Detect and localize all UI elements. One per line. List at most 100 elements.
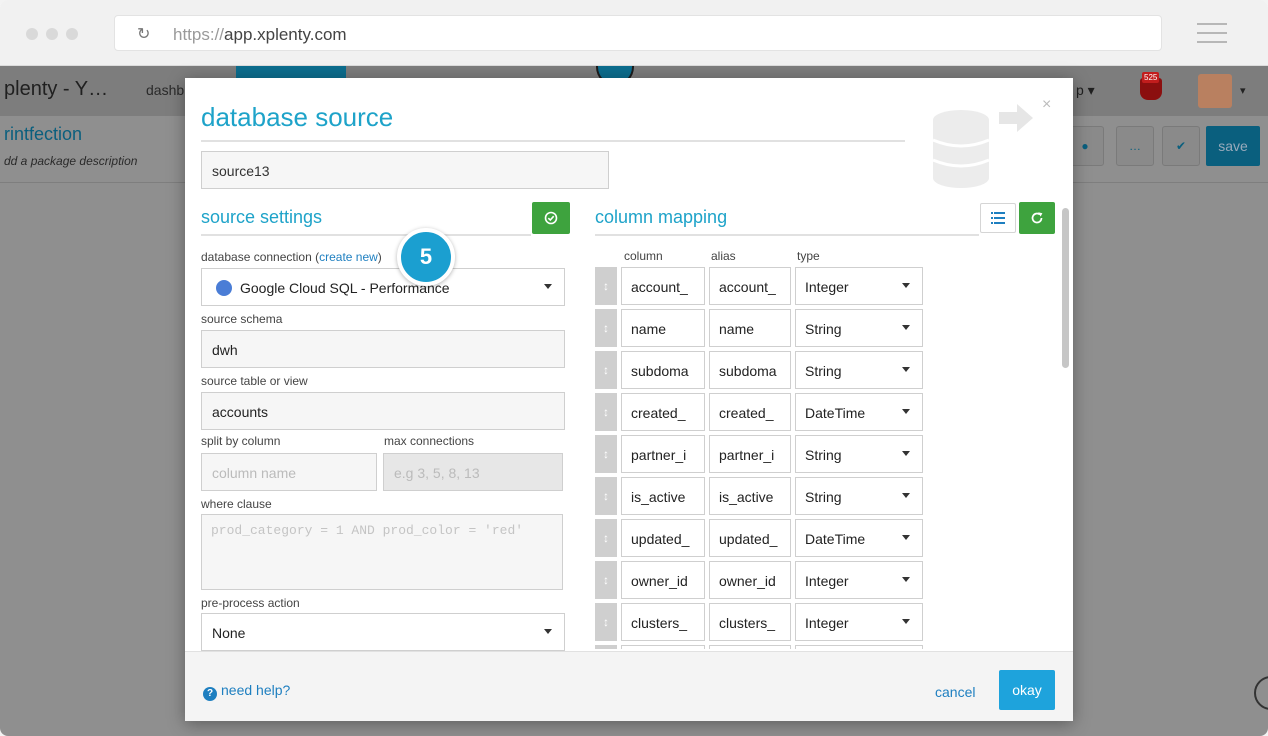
- table-row: [595, 645, 925, 649]
- type-header: type: [797, 249, 820, 263]
- column-name-field[interactable]: clusters_: [621, 603, 705, 641]
- column-mapping-title: column mapping: [595, 207, 728, 227]
- max-connections-label: max connections: [384, 434, 475, 448]
- alias-field[interactable]: subdoma: [709, 351, 791, 389]
- type-select[interactable]: Integer: [795, 267, 923, 305]
- list-view-button[interactable]: [980, 203, 1016, 233]
- chevron-down-icon: [902, 535, 910, 540]
- table-row: ↕ owner_id owner_id Integer: [595, 561, 925, 599]
- browser-toolbar: ↻ https://app.xplenty.com: [0, 0, 1268, 66]
- source-settings-title: source settings: [201, 207, 323, 227]
- column-name-field[interactable]: is_active: [621, 477, 705, 515]
- type-select[interactable]: String: [795, 477, 923, 515]
- drag-handle-icon[interactable]: ↕: [595, 393, 617, 431]
- component-name-input[interactable]: source13: [201, 151, 609, 189]
- table-label: source table or view: [201, 374, 308, 388]
- dialog-footer: ? need help? cancel okay: [185, 651, 1073, 721]
- type-select[interactable]: String: [795, 351, 923, 389]
- type-select[interactable]: Integer: [795, 561, 923, 599]
- drag-handle-icon[interactable]: ↕: [595, 435, 617, 473]
- help-icon: ?: [203, 687, 217, 701]
- alias-field[interactable]: partner_i: [709, 435, 791, 473]
- help-menu[interactable]: p ▾: [1076, 82, 1095, 99]
- cancel-button[interactable]: cancel: [935, 684, 975, 700]
- url-text: https://app.xplenty.com: [173, 25, 347, 44]
- drag-handle-icon[interactable]: ↕: [595, 519, 617, 557]
- chevron-down-icon: [902, 367, 910, 372]
- window-minimize-dot[interactable]: [46, 28, 58, 40]
- column-name-field[interactable]: subdoma: [621, 351, 705, 389]
- drag-handle-icon[interactable]: ↕: [595, 267, 617, 305]
- more-button[interactable]: …: [1116, 126, 1154, 166]
- test-connection-button[interactable]: [532, 202, 570, 234]
- column-name-field[interactable]: name: [621, 309, 705, 347]
- divider: [595, 234, 979, 236]
- okay-button[interactable]: okay: [999, 670, 1055, 710]
- chevron-down-icon: [544, 284, 552, 289]
- drag-handle-icon[interactable]: ↕: [595, 603, 617, 641]
- save-button[interactable]: save: [1206, 126, 1260, 166]
- table-row: ↕ created_ created_ DateTime: [595, 393, 925, 431]
- alias-header: alias: [711, 249, 736, 263]
- alias-field[interactable]: clusters_: [709, 603, 791, 641]
- column-name-field[interactable]: partner_i: [621, 435, 705, 473]
- alias-field[interactable]: account_: [709, 267, 791, 305]
- preprocess-select[interactable]: None: [201, 613, 565, 651]
- create-new-link[interactable]: create new: [319, 250, 378, 264]
- refresh-icon: [1031, 212, 1043, 224]
- nav-dashboard[interactable]: dashb: [146, 82, 184, 98]
- alias-field[interactable]: name: [709, 309, 791, 347]
- column-name-field[interactable]: account_: [621, 267, 705, 305]
- drag-handle-icon[interactable]: ↕: [595, 351, 617, 389]
- split-column-label: split by column: [201, 434, 281, 448]
- table-row: ↕ partner_i partner_i String: [595, 435, 925, 473]
- connection-select[interactable]: Google Cloud SQL - Performance: [201, 268, 565, 306]
- type-select[interactable]: DateTime: [795, 519, 923, 557]
- package-name[interactable]: rintfection: [4, 124, 82, 145]
- package-description[interactable]: dd a package description: [4, 154, 137, 168]
- max-connections-input[interactable]: e.g 3, 5, 8, 13: [383, 453, 563, 491]
- avatar[interactable]: [1198, 74, 1232, 108]
- column-name-field[interactable]: created_: [621, 393, 705, 431]
- type-select[interactable]: Integer: [795, 603, 923, 641]
- where-clause-textarea[interactable]: prod_category = 1 AND prod_color = 'red': [201, 514, 563, 590]
- drag-handle-icon[interactable]: ↕: [595, 309, 617, 347]
- window-zoom-dot[interactable]: [66, 28, 78, 40]
- column-name-field[interactable]: updated_: [621, 519, 705, 557]
- alias-field[interactable]: is_active: [709, 477, 791, 515]
- clock-icon[interactable]: [1254, 676, 1268, 710]
- window-close-dot[interactable]: [26, 28, 38, 40]
- type-select[interactable]: String: [795, 309, 923, 347]
- address-bar[interactable]: ↻ https://app.xplenty.com: [114, 15, 1162, 51]
- need-help-link[interactable]: ? need help?: [203, 682, 290, 701]
- table-row: ↕ clusters_ clusters_ Integer: [595, 603, 925, 641]
- app-account-title[interactable]: plenty - Y…: [4, 78, 108, 101]
- menu-icon[interactable]: [1197, 23, 1227, 50]
- chevron-down-icon[interactable]: ▾: [1240, 84, 1246, 97]
- verify-button[interactable]: ✔: [1162, 126, 1200, 166]
- drag-handle-icon[interactable]: ↕: [595, 561, 617, 599]
- drag-handle-icon[interactable]: ↕: [595, 477, 617, 515]
- alias-field[interactable]: owner_id: [709, 561, 791, 599]
- schema-label: source schema: [201, 312, 283, 326]
- notification-bell-icon[interactable]: 525: [1140, 72, 1162, 100]
- reload-icon[interactable]: ↻: [137, 24, 150, 44]
- table-input[interactable]: accounts: [201, 392, 565, 430]
- table-row: ↕ name name String: [595, 309, 925, 347]
- preprocess-label: pre-process action: [201, 596, 300, 610]
- type-select[interactable]: String: [795, 435, 923, 473]
- refresh-schema-button[interactable]: [1019, 202, 1055, 234]
- type-select[interactable]: DateTime: [795, 393, 923, 431]
- close-icon[interactable]: ×: [1042, 96, 1051, 114]
- table-row: ↕ updated_ updated_ DateTime: [595, 519, 925, 557]
- google-cloud-icon: [216, 280, 232, 296]
- table-row: ↕ subdoma subdoma String: [595, 351, 925, 389]
- table-row: ↕ account_ account_ Integer: [595, 267, 925, 305]
- notification-count-badge: 525: [1142, 72, 1160, 83]
- column-name-field[interactable]: owner_id: [621, 561, 705, 599]
- split-column-input[interactable]: column name: [201, 453, 377, 491]
- scrollbar[interactable]: [1062, 208, 1069, 368]
- alias-field[interactable]: created_: [709, 393, 791, 431]
- alias-field[interactable]: updated_: [709, 519, 791, 557]
- schema-input[interactable]: dwh: [201, 330, 565, 368]
